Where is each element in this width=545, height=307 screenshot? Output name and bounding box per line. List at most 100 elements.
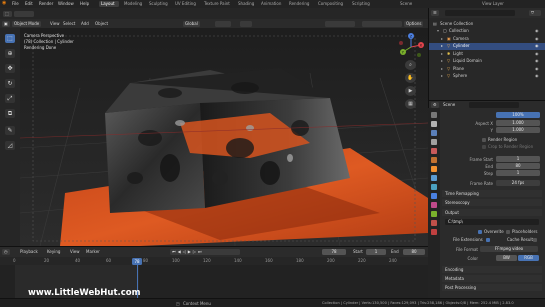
timeline-menu-view[interactable]: View	[70, 250, 80, 254]
annotate-tool-icon[interactable]: ✎	[5, 126, 15, 135]
measure-tool-icon[interactable]: ◿	[5, 141, 15, 150]
3d-viewport[interactable]: Camera Perspective (78) Collection | Cyl…	[20, 28, 428, 246]
current-frame-field[interactable]: 78	[322, 249, 346, 255]
timeline-menu-keying[interactable]: Keying	[47, 250, 60, 254]
view-layer-selector[interactable]: View Layer	[482, 2, 504, 6]
time-remapping-section[interactable]: Time Remapping	[442, 190, 542, 197]
tab-animation[interactable]: Animation	[261, 2, 281, 6]
scale-tool-icon[interactable]: ⤢	[5, 94, 15, 103]
metadata-section[interactable]: Metadata	[442, 275, 542, 282]
menu-edit[interactable]: Edit	[25, 2, 33, 6]
overwrite-checkbox[interactable]	[478, 230, 482, 234]
tab-shading[interactable]: Shading	[238, 2, 254, 6]
outliner-row[interactable]: ▸ ✱ Light ◉	[429, 50, 545, 57]
playback-controls[interactable]: ⏮◀◁▶▷⏭	[170, 249, 240, 255]
output-tab-icon[interactable]	[431, 130, 437, 136]
menu-file[interactable]: File	[12, 2, 19, 6]
outliner-search-input[interactable]	[445, 10, 515, 16]
render-tab-icon[interactable]	[431, 121, 437, 127]
proportional-edit-toggle[interactable]	[240, 20, 252, 27]
blender-logo-icon[interactable]: ◉	[2, 1, 6, 6]
tab-uv-editing[interactable]: UV Editing	[175, 2, 196, 6]
tab-compositing[interactable]: Compositing	[318, 2, 343, 6]
move-tool-icon[interactable]: ✥	[5, 64, 15, 73]
menu-help[interactable]: Help	[80, 2, 89, 6]
frame-rate-dropdown[interactable]: 24 fps	[496, 180, 540, 186]
menu-render[interactable]: Render	[39, 2, 53, 6]
material-tab-icon[interactable]	[431, 220, 437, 226]
resolution-percentage-field[interactable]: 100%	[496, 112, 540, 118]
end-frame-field[interactable]: 80	[403, 249, 425, 255]
timeline-menu-marker[interactable]: Marker	[86, 250, 100, 254]
outliner-row[interactable]: ▾ ▢ Collection ◉	[429, 28, 545, 35]
options-dropdown[interactable]: Options	[404, 20, 424, 27]
transform-tool-icon[interactable]: ⧉	[5, 109, 15, 118]
editor-type-icon[interactable]: ▣	[2, 20, 10, 27]
crop-region-checkbox[interactable]	[482, 145, 486, 149]
stereoscopy-section[interactable]: Stereoscopy	[442, 199, 542, 206]
outliner-editor-type-icon[interactable]: ☰	[431, 10, 439, 16]
viewport-menu-object[interactable]: Object	[95, 22, 108, 26]
particles-tab-icon[interactable]	[431, 184, 437, 190]
select-mode-icon[interactable]: ⬚	[3, 10, 12, 17]
outliner-row[interactable]: ▸ ▽ Liquid Domain ◉	[429, 58, 545, 65]
constraints-tab-icon[interactable]	[431, 202, 437, 208]
cursor-tool-icon[interactable]: ⊕	[5, 49, 15, 58]
menu-window[interactable]: Window	[58, 2, 74, 6]
transform-orientation-dropdown[interactable]: Global	[183, 20, 200, 27]
render-region-checkbox[interactable]	[482, 138, 486, 142]
tool-tab-icon[interactable]	[431, 112, 437, 118]
start-frame-field[interactable]: 1	[366, 249, 386, 255]
timeline-ruler[interactable]: 0 20 40 60 80 100 120 140 160 180 200 22…	[0, 257, 428, 265]
viewport-menu-view[interactable]: View	[50, 22, 60, 26]
tab-modeling[interactable]: Modeling	[124, 2, 142, 6]
color-bw-button[interactable]: BW	[496, 255, 517, 261]
post-processing-section[interactable]: Post Processing	[442, 284, 542, 291]
outliner-row[interactable]: ▸ ▽ Sphere ◉	[429, 73, 545, 80]
view-layer-tab-icon[interactable]	[431, 139, 437, 145]
zoom-icon[interactable]: ⌕	[405, 60, 416, 70]
scene-tab-icon[interactable]	[431, 148, 437, 154]
aspect-y-field[interactable]: 1.000	[496, 127, 540, 133]
scene-selector[interactable]: Scene	[400, 2, 412, 6]
texture-tab-icon[interactable]	[431, 229, 437, 235]
tab-scripting[interactable]: Scripting	[352, 2, 370, 6]
viewport-menu-select[interactable]: Select	[63, 22, 75, 26]
tab-layout[interactable]: Layout	[99, 1, 119, 7]
encoding-section[interactable]: Encoding	[442, 266, 542, 273]
perspective-grid-icon[interactable]: ▦	[405, 99, 416, 109]
aspect-x-field[interactable]: 1.000	[496, 120, 540, 126]
select-mode-buttons[interactable]	[14, 10, 34, 17]
rotate-tool-icon[interactable]: ↻	[5, 79, 15, 88]
overlay-toggles[interactable]	[325, 20, 355, 27]
shading-mode-buttons[interactable]	[362, 20, 402, 27]
timeline-menu-playback[interactable]: Playback	[20, 250, 38, 254]
physics-tab-icon[interactable]	[431, 193, 437, 199]
placeholders-checkbox[interactable]	[506, 230, 510, 234]
data-tab-icon[interactable]	[431, 211, 437, 217]
outliner-row[interactable]: ▸ ▽ Plane ◉	[429, 65, 545, 72]
object-tab-icon[interactable]	[431, 166, 437, 172]
camera-view-icon[interactable]: ▶	[405, 86, 416, 96]
pan-hand-icon[interactable]: ✋	[405, 73, 416, 83]
frame-step-field[interactable]: 1	[496, 170, 540, 176]
properties-search-input[interactable]	[469, 102, 519, 108]
outliner-row[interactable]: ▸ ▽ Cylinder ◉	[429, 42, 545, 50]
outliner-row[interactable]: ▸ ▣ Camera ◉	[429, 35, 545, 42]
file-extensions-checkbox[interactable]	[486, 238, 490, 242]
color-rgb-button[interactable]: RGB	[518, 255, 539, 261]
file-format-dropdown[interactable]: FFmpeg video	[480, 246, 538, 252]
tab-rendering[interactable]: Rendering	[289, 2, 309, 6]
object-mode-dropdown[interactable]: Object Mode	[12, 20, 42, 27]
filter-icon[interactable]: ⛉	[529, 10, 541, 16]
modifier-tab-icon[interactable]	[431, 175, 437, 181]
navigation-gizmo[interactable]: X Z Y	[396, 33, 426, 61]
output-section[interactable]: Output	[442, 209, 542, 216]
select-box-tool-icon[interactable]: ⬚	[5, 34, 15, 43]
timeline-editor-type-icon[interactable]: ◷	[2, 249, 10, 255]
output-path-input[interactable]: C:\tmp\	[445, 219, 539, 225]
frame-start-field[interactable]: 1	[496, 156, 540, 162]
viewport-menu-add[interactable]: Add	[81, 22, 89, 26]
tab-sculpting[interactable]: Sculpting	[149, 2, 168, 6]
tab-texture-paint[interactable]: Texture Paint	[204, 2, 230, 6]
